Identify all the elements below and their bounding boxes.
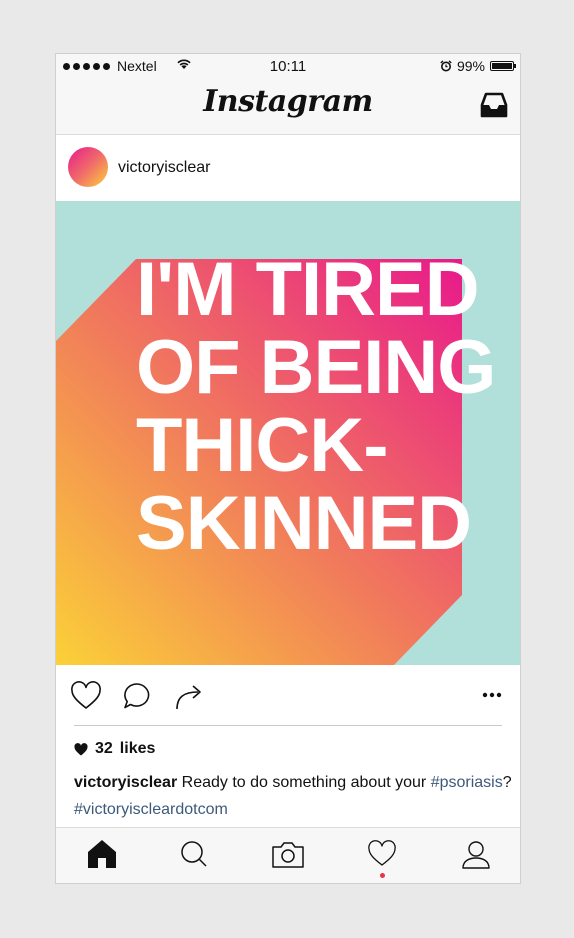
battery-percent: 99%	[456, 58, 485, 74]
battery-icon	[490, 61, 516, 71]
heart-icon[interactable]	[70, 681, 102, 711]
bottom-tab-bar	[56, 827, 520, 883]
actions-divider	[74, 725, 502, 726]
post-header: victoryisclear	[56, 135, 520, 201]
headline-line: I'M TIRED	[136, 247, 480, 332]
battery-fill	[492, 63, 512, 69]
hashtag-link[interactable]: #psoriasis	[431, 774, 503, 791]
headline-line: THICK-	[136, 403, 389, 488]
alarm-icon	[440, 60, 452, 72]
post-actions	[56, 665, 520, 725]
post-username[interactable]: victoryisclear	[118, 159, 210, 177]
notification-dot	[380, 873, 385, 878]
likes-label: likes	[119, 740, 156, 757]
headline-line: SKINNED	[136, 481, 472, 566]
phone-screen: Nextel 10:11 99% Instagram victoryisclea…	[55, 53, 521, 884]
inbox-icon[interactable]	[479, 90, 509, 120]
status-right: 99%	[440, 58, 516, 74]
hashtag-link[interactable]: #victoryiscleardotcom	[74, 801, 228, 818]
home-icon[interactable]	[85, 838, 119, 870]
more-icon[interactable]	[482, 691, 502, 699]
share-icon[interactable]	[174, 681, 206, 711]
profile-icon[interactable]	[461, 840, 491, 870]
top-nav: Instagram	[56, 78, 520, 135]
likes-row[interactable]: 32 likes	[74, 740, 155, 758]
heart-filled-icon	[74, 742, 88, 755]
status-bar: Nextel 10:11 99%	[56, 54, 520, 78]
headline-line: OF BEING	[136, 325, 496, 410]
caption-username[interactable]: victoryisclear	[74, 774, 177, 791]
search-icon[interactable]	[180, 840, 208, 868]
caption-punctuation: ?	[502, 774, 512, 791]
camera-icon[interactable]	[271, 841, 305, 869]
likes-count: 32	[95, 740, 113, 757]
post-caption: victoryisclear Ready to do something abo…	[74, 769, 514, 823]
caption-text: Ready to do something about your	[177, 774, 431, 791]
activity-heart-icon[interactable]	[367, 840, 397, 867]
post-image[interactable]: I'M TIRED OF BEING THICK- SKINNED	[56, 201, 520, 665]
comment-icon[interactable]	[122, 681, 152, 711]
post-headline: I'M TIRED OF BEING THICK- SKINNED	[136, 247, 496, 566]
avatar[interactable]	[68, 147, 108, 187]
instagram-logo[interactable]: Instagram	[56, 84, 520, 119]
